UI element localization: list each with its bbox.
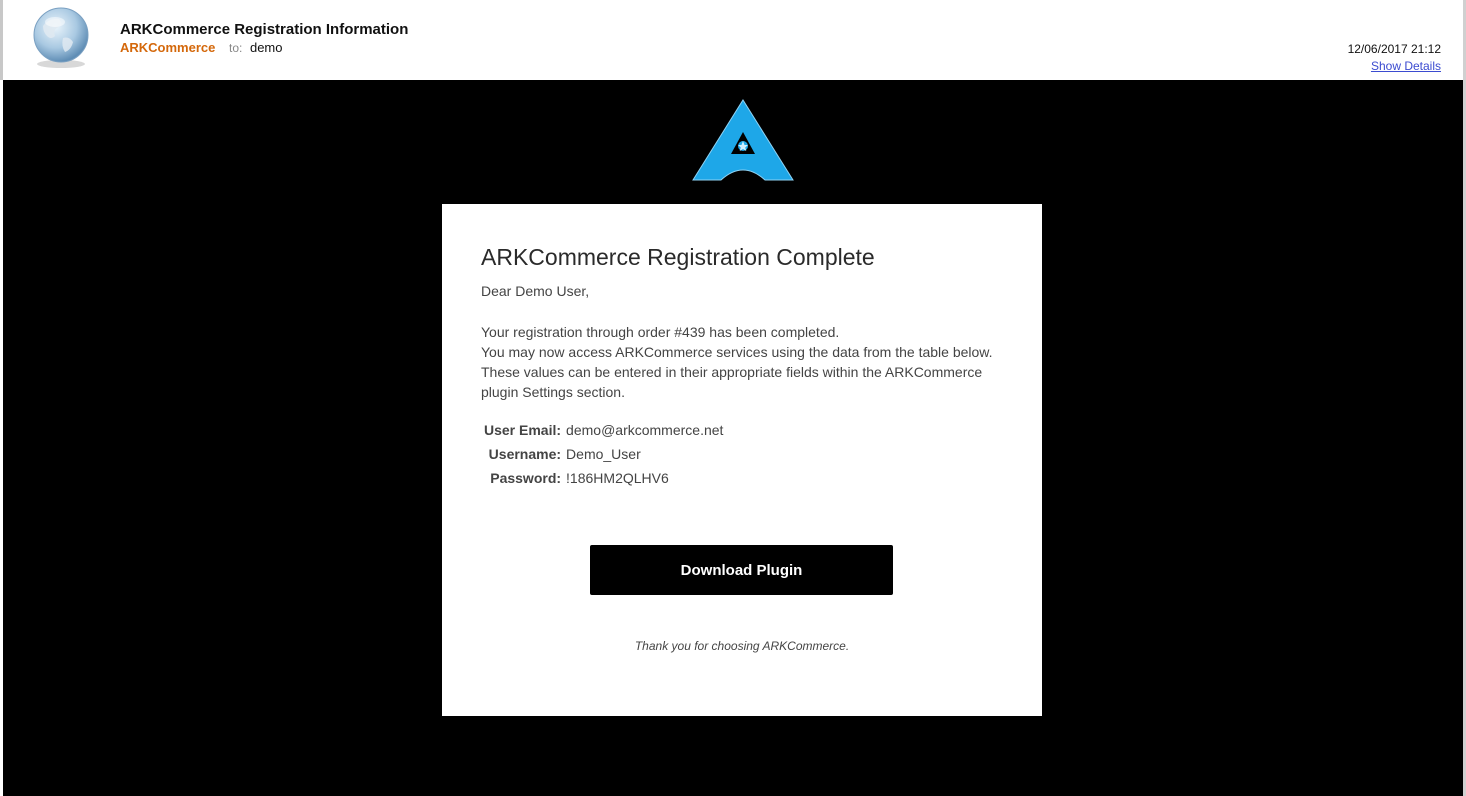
globe-icon — [29, 4, 93, 70]
greeting-text: Dear Demo User, — [481, 283, 590, 299]
from-line: ARKCommerce to: demo — [120, 40, 283, 55]
credential-label: Password: — [490, 470, 562, 486]
table-row: User Email: demo@arkcommerce.net — [481, 418, 726, 442]
show-details-link[interactable]: Show Details — [1371, 59, 1441, 73]
credential-label: Username: — [488, 446, 562, 462]
table-row: Password: !186HM2QLHV6 — [481, 466, 726, 490]
intro-line-2: You may now access ARKCommerce services … — [481, 344, 993, 400]
registration-card: ARKCommerce Registration Complete Dear D… — [442, 204, 1042, 716]
to-label: to: — [229, 41, 243, 55]
email-date: 12/06/2017 21:12 — [1347, 42, 1441, 56]
recipient-name[interactable]: demo — [250, 40, 283, 55]
thanks-text: Thank you for choosing ARKCommerce. — [634, 639, 850, 653]
download-plugin-button[interactable]: Download Plugin — [590, 545, 893, 595]
email-subject: ARKCommerce Registration Information — [120, 21, 409, 38]
credentials-table: User Email: demo@arkcommerce.net Usernam… — [481, 418, 726, 490]
intro-line-1: Your registration through order #439 has… — [481, 324, 840, 340]
intro-text: Your registration through order #439 has… — [481, 322, 1001, 402]
ark-logo-icon — [691, 98, 795, 184]
email-header: ARKCommerce Registration Information ARK… — [0, 0, 1466, 80]
credential-label: User Email: — [484, 422, 562, 438]
sender-name[interactable]: ARKCommerce — [120, 40, 215, 55]
credential-value: demo@arkcommerce.net — [566, 422, 724, 438]
card-title: ARKCommerce Registration Complete — [481, 244, 875, 270]
credential-value: !186HM2QLHV6 — [566, 470, 669, 486]
email-body: ARKCommerce Registration Complete Dear D… — [3, 80, 1464, 796]
credential-value: Demo_User — [566, 446, 641, 462]
table-row: Username: Demo_User — [481, 442, 726, 466]
